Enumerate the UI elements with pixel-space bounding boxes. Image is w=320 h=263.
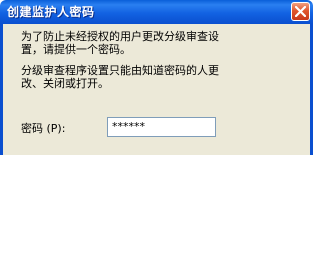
title-bar[interactable]: 创建监护人密码 (0, 0, 313, 24)
dialog-title: 创建监护人密码 (7, 5, 95, 19)
close-icon (295, 6, 306, 17)
message-paragraph-1: 为了防止未经授权的用户更改分级审查设 置，请提供一个密码。 (21, 30, 219, 56)
message-line: 分级审查程序设置只能由知道密码的人更 (21, 64, 219, 77)
password-field[interactable]: ****** (107, 117, 216, 137)
password-label: 密码 (P): (21, 122, 66, 135)
create-supervisor-password-dialog: 创建监护人密码 为了防止未经授权的用户更改分级审查设 置，请提供一个密码。 分级… (0, 0, 313, 155)
message-paragraph-2: 分级审查程序设置只能由知道密码的人更 改、关闭或打开。 (21, 64, 219, 90)
message-line: 改、关闭或打开。 (21, 77, 109, 90)
message-line: 为了防止未经授权的用户更改分级审查设 (21, 30, 219, 43)
message-line: 置，请提供一个密码。 (21, 43, 131, 56)
close-button[interactable] (291, 2, 310, 21)
dialog-body: 为了防止未经授权的用户更改分级审查设 置，请提供一个密码。 分级审查程序设置只能… (0, 24, 313, 155)
